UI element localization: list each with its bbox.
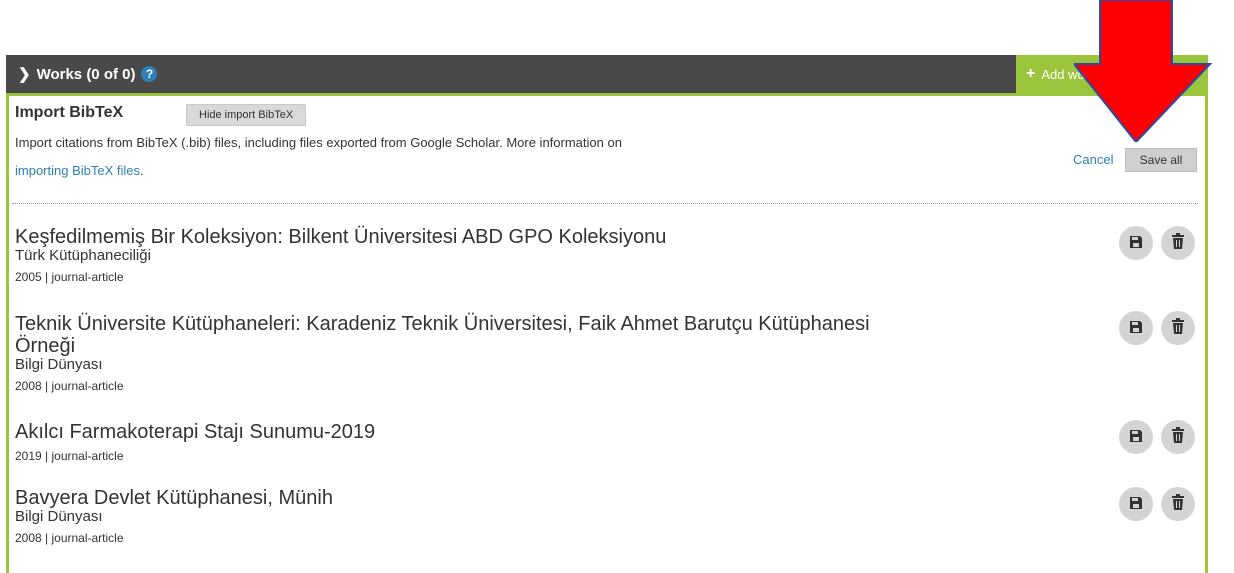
divider	[12, 203, 1198, 204]
work-title: Akılcı Farmakoterapi Stajı Sunumu-2019	[15, 421, 376, 443]
help-icon[interactable]: ?	[141, 66, 158, 82]
delete-work-button[interactable]	[1161, 420, 1195, 454]
floppy-disk-icon	[1129, 319, 1143, 338]
chevron-down-icon: ❯	[18, 66, 31, 83]
work-meta: 2008 | journal-article	[15, 531, 124, 545]
save-work-button[interactable]	[1119, 311, 1153, 345]
work-title: Teknik Üniversite Kütüphaneleri: Karaden…	[15, 313, 870, 357]
work-title: Bavyera Devlet Kütüphanesi, Münih	[15, 487, 333, 509]
trash-icon	[1171, 318, 1185, 338]
save-work-button[interactable]	[1119, 226, 1153, 260]
work-item: Teknik Üniversite Kütüphaneleri: Karaden…	[15, 313, 875, 393]
work-meta: 2019 | journal-article	[15, 449, 124, 463]
more-link-suffix: .	[140, 163, 144, 178]
work-meta: 2008 | journal-article	[15, 379, 124, 393]
import-description: Import citations from BibTeX (.bib) file…	[15, 135, 622, 150]
work-journal: Bilgi Dünyası	[15, 508, 103, 525]
save-work-button[interactable]	[1119, 487, 1153, 521]
importing-bibtex-link[interactable]: importing BibTeX files	[15, 163, 140, 178]
floppy-disk-icon	[1129, 495, 1143, 514]
works-title: Works (0 of 0)	[36, 65, 136, 83]
save-work-button[interactable]	[1119, 420, 1153, 454]
floppy-disk-icon	[1129, 428, 1143, 447]
work-title: Keşfedilmemiş Bir Koleksiyon: Bilkent Ün…	[15, 226, 667, 248]
floppy-disk-icon	[1129, 234, 1143, 253]
delete-work-button[interactable]	[1161, 487, 1195, 521]
work-item: Akılcı Farmakoterapi Stajı Sunumu-2019 2…	[15, 421, 1095, 463]
plus-icon: +	[1026, 65, 1036, 82]
trash-icon	[1171, 494, 1185, 514]
more-info-line: importing BibTeX files.	[15, 162, 144, 180]
delete-work-button[interactable]	[1161, 226, 1195, 260]
work-item: Keşfedilmemiş Bir Koleksiyon: Bilkent Ün…	[15, 226, 1095, 284]
trash-icon	[1171, 427, 1185, 447]
delete-work-button[interactable]	[1161, 311, 1195, 345]
save-all-button[interactable]: Save all	[1125, 148, 1197, 172]
work-meta: 2005 | journal-article	[15, 270, 124, 284]
cancel-link[interactable]: Cancel	[1073, 152, 1113, 167]
works-header[interactable]: ❯ Works (0 of 0) ?	[6, 55, 1016, 93]
work-journal: Türk Kütüphaneciliği	[15, 247, 151, 264]
red-down-arrow-icon	[1074, 0, 1213, 142]
hide-import-button[interactable]: Hide import BibTeX	[186, 104, 307, 126]
import-title: Import BibTeX	[15, 104, 124, 121]
trash-icon	[1171, 233, 1185, 253]
work-item: Bavyera Devlet Kütüphanesi, Münih Bilgi …	[15, 487, 1095, 545]
work-journal: Bilgi Dünyası	[15, 356, 103, 373]
